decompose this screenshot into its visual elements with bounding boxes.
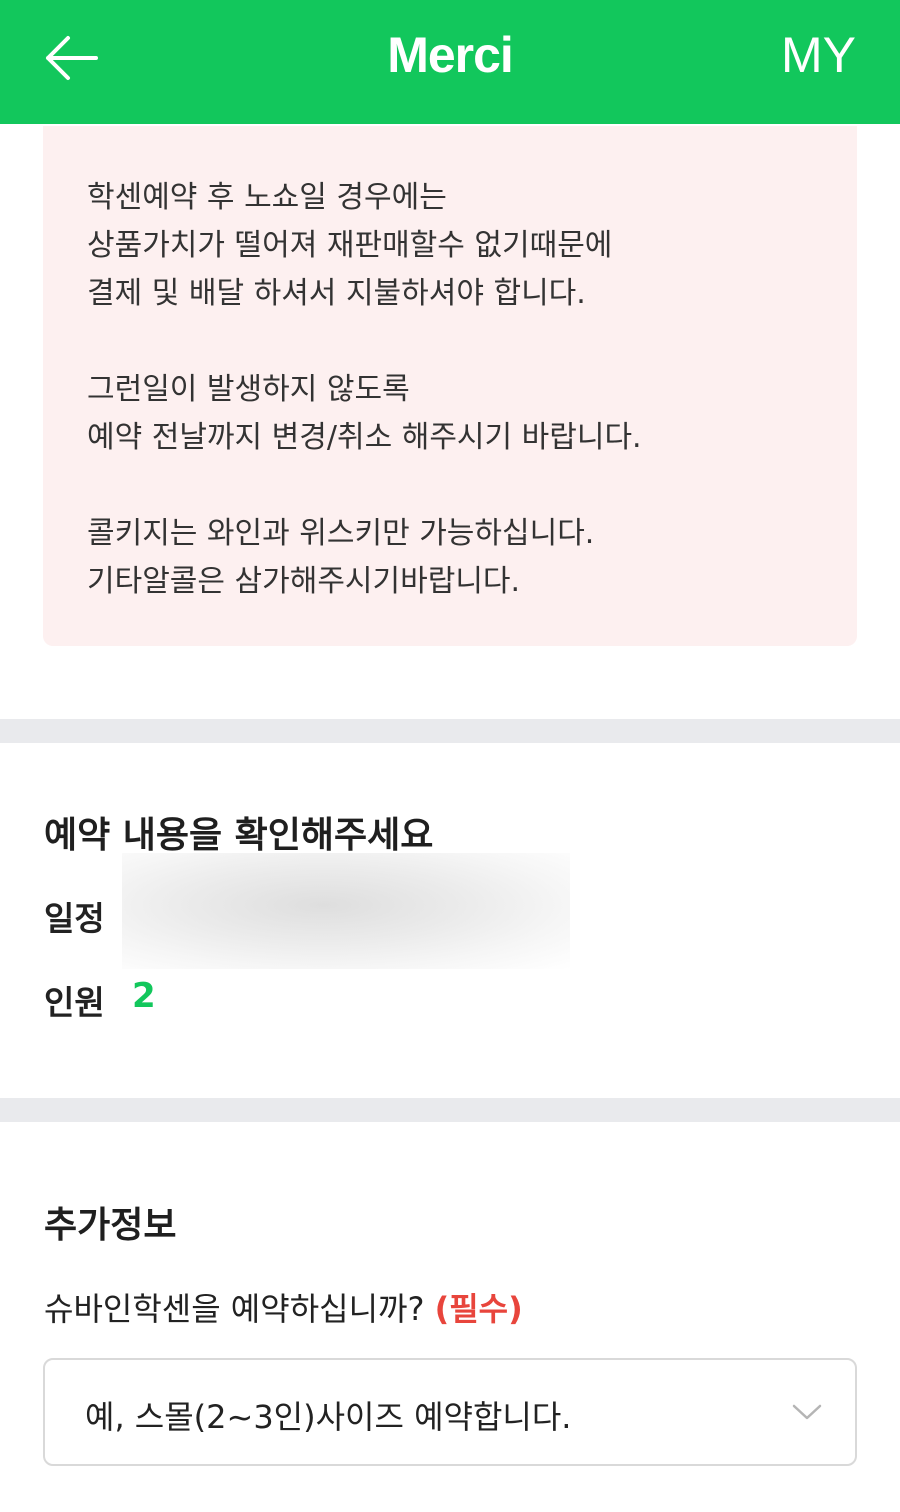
notice-line: 기타알콜은 삼가해주시기바랍니다. (87, 564, 521, 599)
people-count: 2 (132, 976, 156, 1016)
notice-paragraph: 콜키지는 와인과 위스키만 가능하십니다. 기타알콜은 삼가해주시기바랍니다. (87, 510, 813, 606)
notice-box: 학센예약 후 노쇼일 경우에는 상품가치가 떨어져 재판매할수 없기때문에 결제… (43, 126, 857, 646)
select-value: 예, 스몰(2~3인)사이즈 예약합니다. (85, 1398, 572, 1436)
notice-line: 예약 전날까지 변경/취소 해주시기 바랍니다. (87, 420, 642, 455)
schedule-value-redacted (122, 853, 570, 969)
notice-line: 결제 및 배달 하셔서 지불하셔야 합니다. (87, 276, 586, 311)
reservation-confirm-title: 예약 내용을 확인해주세요 (44, 815, 434, 856)
schedule-label: 일정 (44, 899, 105, 938)
section-divider (0, 719, 900, 743)
my-page-button[interactable]: MY (781, 26, 856, 84)
notice-line: 학센예약 후 노쇼일 경우에는 (87, 180, 447, 215)
top-bar: Merci MY (0, 0, 900, 124)
app-title: Merci (387, 27, 514, 83)
notice-line: 상품가치가 떨어져 재판매할수 없기때문에 (87, 228, 613, 263)
question-text: 슈바인학센을 예약하십니까? (44, 1290, 425, 1328)
required-badge: (필수) (434, 1290, 523, 1328)
people-label: 인원 (44, 983, 105, 1022)
size-select[interactable]: 예, 스몰(2~3인)사이즈 예약합니다. (43, 1358, 857, 1466)
additional-info-title: 추가정보 (44, 1205, 177, 1246)
notice-line: 그런일이 발생하지 않도록 (87, 372, 410, 407)
notice-paragraph: 그런일이 발생하지 않도록 예약 전날까지 변경/취소 해주시기 바랍니다. (87, 366, 813, 462)
notice-paragraph: 학센예약 후 노쇼일 경우에는 상품가치가 떨어져 재판매할수 없기때문에 결제… (87, 174, 813, 318)
notice-line: 콜키지는 와인과 위스키만 가능하십니다. (87, 516, 595, 551)
chevron-down-icon (792, 1404, 822, 1420)
section-divider (0, 1098, 900, 1122)
schweinshaxe-question: 슈바인학센을 예약하십니까? (필수) (44, 1284, 523, 1330)
